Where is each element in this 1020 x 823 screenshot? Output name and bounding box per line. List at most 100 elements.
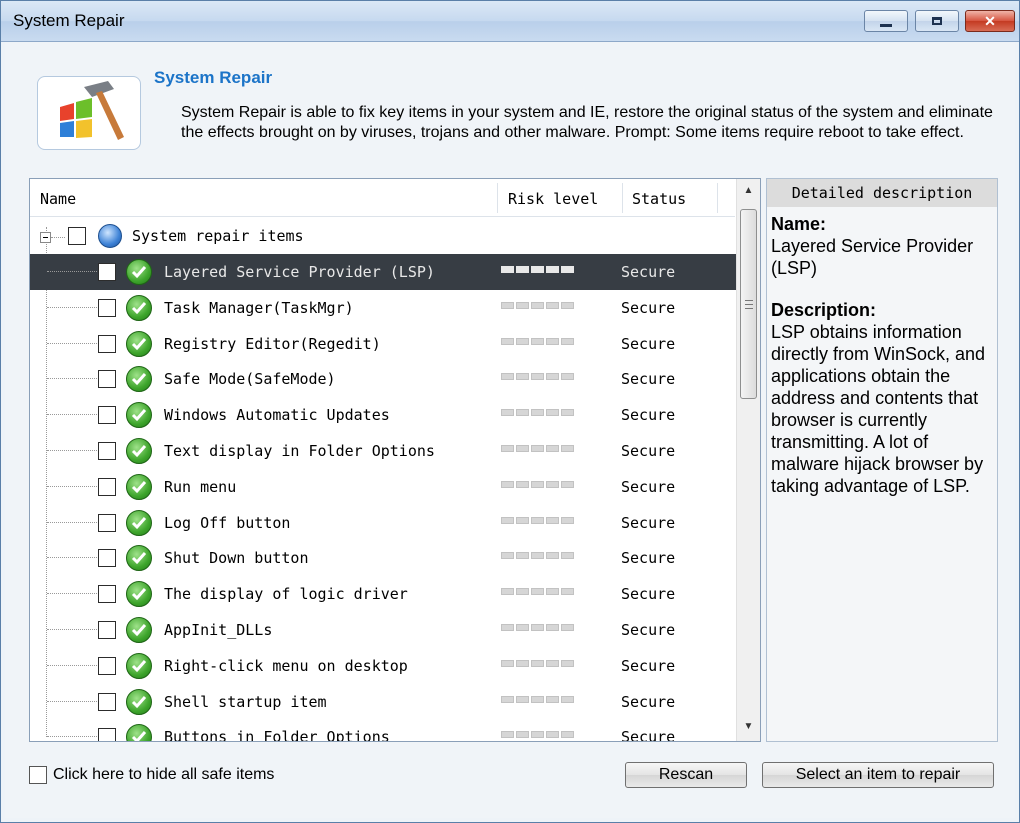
root-checkbox[interactable] <box>68 227 86 245</box>
list-item[interactable]: Shell startup item Secure <box>30 684 742 720</box>
repair-button[interactable]: Select an item to repair <box>762 762 994 788</box>
column-name[interactable]: Name <box>40 179 76 216</box>
tree-line <box>47 557 97 558</box>
list-item[interactable]: Registry Editor(Regedit) Secure <box>30 326 742 362</box>
tree-line <box>47 701 97 702</box>
risk-level-meter <box>501 302 574 309</box>
column-divider <box>622 183 623 213</box>
main-content: System Repair System Repair is able to f… <box>5 42 1015 818</box>
item-checkbox[interactable] <box>98 370 116 388</box>
item-checkbox[interactable] <box>98 585 116 603</box>
item-status: Secure <box>621 657 676 675</box>
window-title: System Repair <box>13 11 125 30</box>
risk-level-meter <box>501 696 574 703</box>
item-status: Secure <box>621 514 676 532</box>
list-item[interactable]: Buttons in Folder Options Secure <box>30 719 742 742</box>
list-item[interactable]: Log Off button Secure <box>30 505 742 541</box>
item-name: Run menu <box>164 478 237 496</box>
list-item[interactable]: Text display in Folder Options Secure <box>30 433 742 469</box>
item-status: Secure <box>621 621 676 639</box>
column-risk-level[interactable]: Risk level <box>508 179 598 216</box>
tree-line <box>47 450 97 451</box>
repair-items-list: Name Risk level Status System repair ite… <box>29 178 761 742</box>
tree-line <box>47 271 97 272</box>
list-item[interactable]: Right-click menu on desktop Secure <box>30 648 742 684</box>
list-item[interactable]: Windows Automatic Updates Secure <box>30 397 742 433</box>
scroll-down-icon[interactable]: ▼ <box>737 715 760 737</box>
item-checkbox[interactable] <box>98 335 116 353</box>
windows-hammer-icon <box>60 81 124 140</box>
detail-panel: Detailed description Name: Layered Servi… <box>766 178 998 742</box>
secure-check-icon <box>126 510 152 536</box>
item-checkbox[interactable] <box>98 514 116 532</box>
item-checkbox[interactable] <box>98 657 116 675</box>
item-name: Shell startup item <box>164 693 327 711</box>
risk-level-meter <box>501 731 574 738</box>
tree-line <box>47 629 97 630</box>
item-status: Secure <box>621 370 676 388</box>
scroll-up-icon[interactable]: ▲ <box>737 179 760 201</box>
scroll-thumb[interactable] <box>740 209 757 399</box>
item-name: AppInit_DLLs <box>164 621 273 639</box>
list-item[interactable]: Safe Mode(SafeMode) Secure <box>30 361 742 397</box>
risk-level-meter <box>501 624 574 631</box>
list-item[interactable]: Run menu Secure <box>30 469 742 505</box>
item-checkbox[interactable] <box>98 549 116 567</box>
close-button[interactable]: ✕ <box>965 10 1015 32</box>
item-name: Safe Mode(SafeMode) <box>164 370 336 388</box>
risk-level-meter <box>501 338 574 345</box>
title-bar[interactable]: System Repair ✕ <box>1 1 1019 42</box>
item-name: Registry Editor(Regedit) <box>164 335 381 353</box>
root-label: System repair items <box>132 227 304 245</box>
item-checkbox[interactable] <box>98 621 116 639</box>
item-status: Secure <box>621 585 676 603</box>
item-checkbox[interactable] <box>98 693 116 711</box>
item-status: Secure <box>621 406 676 424</box>
system-repair-window: System Repair ✕ System Repair System Rep… <box>0 0 1020 823</box>
item-checkbox[interactable] <box>98 263 116 281</box>
secure-check-icon <box>126 295 152 321</box>
column-status[interactable]: Status <box>632 179 686 216</box>
tree-line <box>51 237 65 238</box>
list-item[interactable]: Task Manager(TaskMgr) Secure <box>30 290 742 326</box>
item-status: Secure <box>621 693 676 711</box>
item-checkbox[interactable] <box>98 728 116 741</box>
tree-line <box>47 486 97 487</box>
secure-check-icon <box>126 724 152 741</box>
item-name: Log Off button <box>164 514 291 532</box>
minimize-icon <box>880 23 892 27</box>
tree-line <box>47 378 97 379</box>
vertical-scrollbar[interactable]: ▲ ▼ <box>736 179 760 741</box>
list-item[interactable]: AppInit_DLLs Secure <box>30 612 742 648</box>
hide-safe-items-label[interactable]: Click here to hide all safe items <box>53 766 274 784</box>
minimize-button[interactable] <box>864 10 908 32</box>
list-item[interactable]: Layered Service Provider (LSP) Secure <box>30 254 742 290</box>
secure-check-icon <box>126 366 152 392</box>
detail-panel-body: Name: Layered Service Provider (LSP) Des… <box>767 207 997 497</box>
item-checkbox[interactable] <box>98 442 116 460</box>
risk-level-meter <box>501 660 574 667</box>
risk-level-meter <box>501 373 574 380</box>
list-item[interactable]: The display of logic driver Secure <box>30 576 742 612</box>
item-checkbox[interactable] <box>98 299 116 317</box>
maximize-button[interactable] <box>915 10 959 32</box>
tree-line <box>47 343 97 344</box>
secure-check-icon <box>126 689 152 715</box>
windows-logo-icon <box>98 224 122 248</box>
item-checkbox[interactable] <box>98 406 116 424</box>
collapse-toggle[interactable] <box>40 232 51 243</box>
hide-safe-items-checkbox[interactable] <box>29 766 47 784</box>
list-item[interactable]: Shut Down button Secure <box>30 540 742 576</box>
item-checkbox[interactable] <box>98 478 116 496</box>
risk-level-meter <box>501 266 574 273</box>
risk-level-meter <box>501 481 574 488</box>
item-name: The display of logic driver <box>164 585 408 603</box>
item-status: Secure <box>621 728 676 742</box>
column-divider <box>717 183 718 213</box>
rescan-button[interactable]: Rescan <box>625 762 747 788</box>
tree-root-row[interactable]: System repair items <box>30 218 742 254</box>
item-status: Secure <box>621 299 676 317</box>
hide-safe-items-option[interactable]: Click here to hide all safe items <box>29 766 274 784</box>
item-status: Secure <box>621 442 676 460</box>
item-status: Secure <box>621 263 676 281</box>
